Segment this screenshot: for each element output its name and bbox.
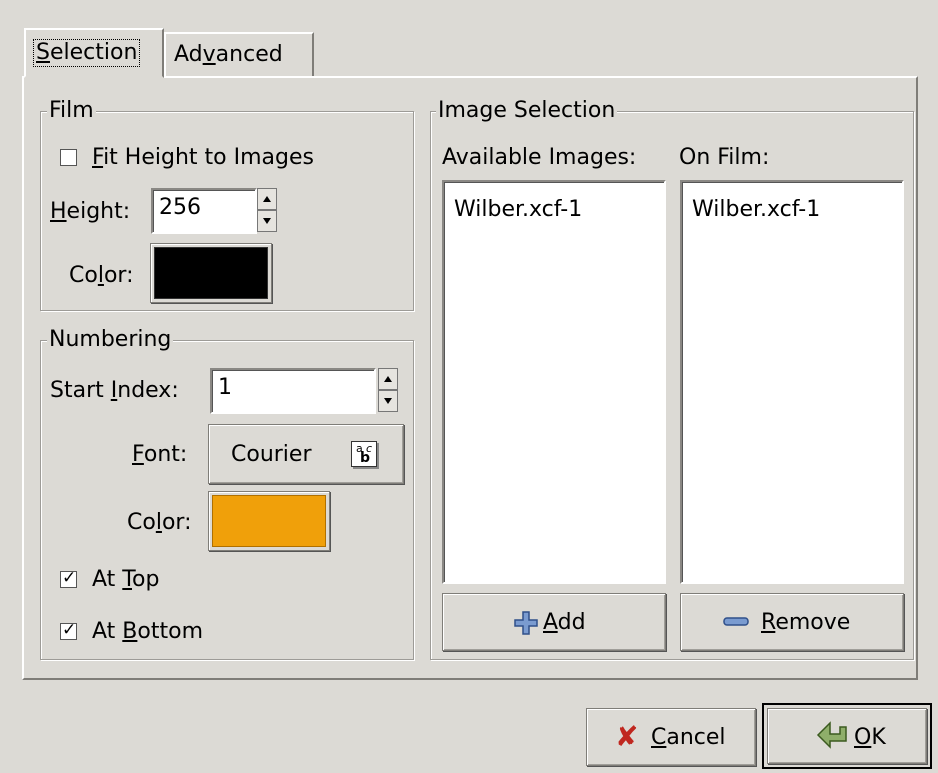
fit-height-checkbox-box[interactable] [60,149,77,166]
numbering-frame-title: Numbering [47,327,174,353]
start-index-spin-down[interactable] [378,390,398,412]
font-picker-icon: acb [351,441,377,467]
remove-button[interactable]: Remove [680,593,904,651]
numbering-color-button[interactable] [208,491,330,551]
list-item[interactable]: Wilber.xcf-1 [692,197,820,223]
minus-icon [723,617,749,626]
font-button-label: Courier [231,442,312,467]
list-item[interactable]: Wilber.xcf-1 [454,197,582,223]
start-index-label: Start Index: [50,378,179,403]
on-film-list[interactable]: Wilber.xcf-1 [680,180,904,584]
available-images-label: Available Images: [442,145,637,170]
tab-selection[interactable]: Selection [24,28,164,78]
ok-arrow-icon [816,721,847,749]
film-frame-title: Film [47,98,96,124]
ok-button-label: OK [854,725,886,750]
font-button[interactable]: Courier acb [208,424,404,484]
tab-selection-label: Selection [32,39,141,67]
ok-button[interactable]: OK [767,708,927,764]
height-spin-down[interactable] [257,210,277,232]
film-color-swatch [154,247,268,299]
cancel-icon: ✘ [615,720,639,753]
check-icon: ✓ [62,620,77,640]
numbering-color-swatch [212,495,326,547]
fit-height-label[interactable]: Fit Height to Images [92,145,314,171]
remove-button-label: Remove [761,610,851,635]
available-images-list[interactable]: Wilber.xcf-1 [442,180,666,584]
start-index-input[interactable]: 1 [210,368,376,414]
add-icon [514,611,538,635]
film-color-button[interactable] [150,243,272,303]
add-button[interactable]: Add [442,593,666,651]
film-color-label: Color: [69,263,134,288]
at-bottom-label[interactable]: At Bottom [92,619,203,645]
height-input[interactable]: 256 [151,188,257,234]
image-selection-title: Image Selection [436,98,618,124]
numbering-color-label: Color: [127,510,192,535]
at-top-label[interactable]: At Top [92,567,159,593]
font-label: Font: [132,442,188,467]
cancel-button-label: Cancel [651,725,726,750]
tab-advanced-label: Advanced [174,42,283,67]
check-icon: ✓ [62,568,77,588]
height-spin-up[interactable] [257,188,277,210]
at-bottom-checkbox-box[interactable]: ✓ [60,620,77,640]
add-button-label: Add [543,610,586,635]
on-film-label: On Film: [679,145,770,170]
height-label: Height: [50,199,131,224]
cancel-button[interactable]: ✘ Cancel [586,708,756,766]
tab-advanced[interactable]: Advanced [164,32,314,76]
start-index-spin-up[interactable] [378,368,398,390]
at-top-checkbox-box[interactable]: ✓ [60,568,77,588]
